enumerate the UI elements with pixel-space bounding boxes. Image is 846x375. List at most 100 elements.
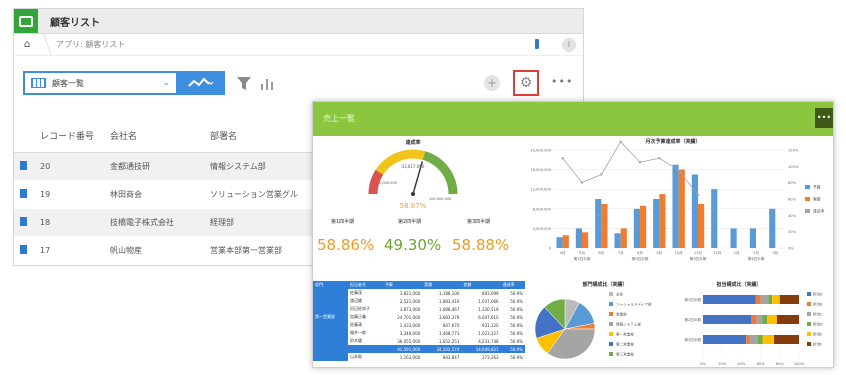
- stack-segment[interactable]: [762, 335, 775, 344]
- dashboard-body: 達成率 33,617,000 0,000,000 100,000,000 58.…: [313, 136, 833, 367]
- record-detail-icon[interactable]: [20, 188, 27, 198]
- bar-予算[interactable]: [749, 228, 756, 248]
- gauge-value-label: 33,617,000: [402, 164, 425, 169]
- stack-segment[interactable]: [779, 295, 799, 304]
- bar-予算[interactable]: [575, 228, 582, 248]
- stack-segment[interactable]: [767, 315, 777, 324]
- stack-segment[interactable]: [755, 295, 761, 304]
- stack-segment[interactable]: [774, 335, 799, 344]
- graph-icon[interactable]: [260, 76, 274, 91]
- stack-segment[interactable]: [756, 315, 763, 324]
- line-point[interactable]: [561, 156, 564, 160]
- bar-予算[interactable]: [556, 237, 563, 248]
- y-tick-label: 20,000,000: [530, 149, 551, 153]
- bar-実績[interactable]: [620, 228, 627, 248]
- legend-label: 担当B: [813, 302, 823, 307]
- bar-予算[interactable]: [614, 233, 621, 248]
- dashboard-more-button[interactable]: •••: [815, 108, 833, 128]
- line-point[interactable]: [580, 181, 584, 184]
- bar-予算[interactable]: [595, 199, 602, 248]
- bar-実績[interactable]: [582, 232, 589, 248]
- breadcrumb: ⌂ アプリ: 顧客リスト i: [14, 33, 583, 56]
- stack-segment[interactable]: [762, 315, 768, 324]
- company-cell: 林田商会: [110, 180, 210, 209]
- stack-segment[interactable]: [750, 335, 758, 344]
- column-header[interactable]: 会社名: [110, 120, 210, 153]
- bar-予算[interactable]: [769, 208, 776, 248]
- line-point[interactable]: [638, 161, 642, 164]
- record-detail-icon[interactable]: [20, 244, 27, 254]
- graph-select[interactable]: [177, 71, 225, 95]
- dashboard-title: 売上一覧: [323, 114, 355, 123]
- bar-予算[interactable]: [711, 189, 718, 248]
- stack-segment[interactable]: [757, 335, 763, 344]
- pie-chart: 部門構成比（実績） 全体ソーシャルメディア部営業部情報システム部第一営業部第二営…: [534, 281, 652, 360]
- x-tick-label: 9月: [656, 250, 662, 255]
- stack-segment[interactable]: [703, 295, 756, 304]
- home-icon[interactable]: ⌂: [14, 39, 40, 50]
- stack-segment[interactable]: [772, 295, 780, 304]
- record-detail-icon[interactable]: [20, 160, 27, 170]
- kpi-value-q1: 58.86%: [317, 236, 375, 254]
- legend-label: 全体: [616, 292, 624, 297]
- bar-実績[interactable]: [659, 194, 666, 248]
- app-icon[interactable]: [14, 9, 38, 33]
- stack-segment[interactable]: [703, 315, 751, 324]
- legend-swatch: [609, 342, 613, 346]
- y-tick-label: 第1四半期: [684, 297, 701, 302]
- stack-segment[interactable]: [703, 335, 747, 344]
- bar-実績[interactable]: [698, 203, 705, 248]
- pivot-header-cell: 実績: [422, 281, 462, 289]
- info-icon[interactable]: i: [562, 38, 576, 52]
- stack-segment[interactable]: [760, 295, 769, 304]
- y-tick-label: 8,000,000: [533, 207, 552, 211]
- company-cell: 技橋電子株式会社: [110, 208, 210, 237]
- settings-button[interactable]: ⚙: [513, 70, 539, 96]
- stack-segment[interactable]: [768, 295, 773, 304]
- bar-実績[interactable]: [601, 203, 608, 248]
- kpi-value-q2: 49.30%: [384, 236, 442, 254]
- bar-実績[interactable]: [640, 205, 647, 248]
- legend-swatch: [807, 322, 811, 326]
- legend-swatch: [609, 322, 613, 326]
- pivot-total-row: 91,591,000 34,502,574 14,649,821 56.9%: [313, 345, 525, 353]
- bar-予算[interactable]: [653, 199, 660, 248]
- stacked-bar-chart: 担当構成比（実績） 0% 20% 40% 60% 80% 100% 第1四半期第2四半期第3…: [684, 281, 823, 366]
- pivot-table: 部門 担当者名 予算 実績 差額 達成率 第一営業部 佐藤茂 3,821,000…: [313, 281, 525, 361]
- legend-swatch: [807, 312, 811, 316]
- bar-予算[interactable]: [691, 174, 698, 249]
- line-point[interactable]: [658, 156, 661, 160]
- stack-segment[interactable]: [751, 315, 757, 324]
- legend-label: 営業部: [616, 312, 627, 317]
- bar-予算[interactable]: [672, 164, 679, 248]
- y2-tick-label: 0%: [788, 247, 794, 251]
- bar-実績[interactable]: [678, 169, 685, 248]
- more-options-button[interactable]: •••: [551, 75, 573, 88]
- stack-segment[interactable]: [746, 335, 751, 344]
- pin-icon[interactable]: [535, 39, 539, 49]
- stack-segment[interactable]: [776, 315, 799, 324]
- record-number-cell: 18: [40, 208, 110, 237]
- line-point[interactable]: [677, 169, 680, 172]
- record-detail-icon[interactable]: [20, 216, 27, 226]
- bar-実績[interactable]: [562, 235, 569, 248]
- bar-予算[interactable]: [730, 228, 737, 248]
- x-tick-label: 4月: [560, 250, 566, 255]
- line-point[interactable]: [619, 140, 622, 144]
- chart-bars: [556, 164, 776, 249]
- x-tick-label: 0%: [700, 362, 706, 366]
- kpi-label-q3: 第3四半期: [467, 219, 491, 225]
- view-select[interactable]: 顧客一覧 ⌄: [23, 71, 178, 95]
- legend-label: ソーシャルメディア部: [616, 302, 652, 307]
- filter-icon[interactable]: [236, 76, 252, 91]
- column-header[interactable]: レコード番号: [40, 120, 110, 153]
- y2-tick-label: 60%: [788, 198, 797, 202]
- list-view-icon: [31, 78, 46, 88]
- add-record-button[interactable]: +: [484, 75, 500, 91]
- pivot-header-row: 部門 担当者名 予算 実績 差額 達成率: [313, 281, 525, 289]
- line-point[interactable]: [600, 173, 603, 176]
- bar-予算[interactable]: [633, 208, 640, 248]
- line-point[interactable]: [696, 193, 700, 197]
- y-tick-label: 第3四半期: [684, 337, 701, 342]
- breadcrumb-app-link[interactable]: アプリ: 顧客リスト: [56, 39, 125, 50]
